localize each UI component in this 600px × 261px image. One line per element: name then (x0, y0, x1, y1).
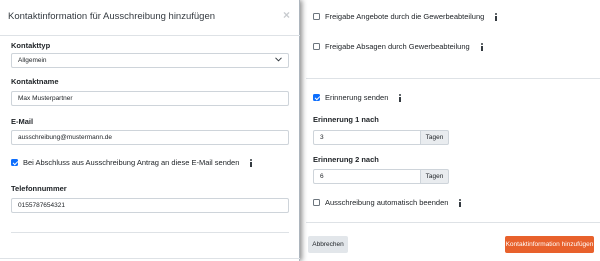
divider (11, 232, 289, 233)
contact-type-label: Kontakttyp (11, 41, 51, 50)
close-icon[interactable]: × (283, 8, 290, 22)
info-icon[interactable] (479, 42, 485, 51)
reminder2-label: Erinnerung 2 nach (313, 155, 379, 164)
add-contact-modal: Kontaktinformation für Ausschreibung hin… (0, 0, 300, 261)
reminder2-group: 6 Tagen (313, 169, 449, 184)
send-reminder-label: Erinnerung senden (325, 93, 389, 102)
approve-offers-checkbox[interactable] (313, 13, 320, 20)
approve-rejections-label: Freigabe Absagen durch Gewerbeabteilung (325, 42, 470, 51)
reminder1-unit: Tagen (421, 130, 449, 145)
email-notice-checkbox[interactable] (11, 159, 18, 166)
cancel-button[interactable]: Abbrechen (308, 236, 348, 253)
reminder1-group: 3 Tagen (313, 130, 449, 145)
reminder1-input[interactable]: 3 (313, 130, 421, 145)
approve-rejections-row[interactable]: Freigabe Absagen durch Gewerbeabteilung (313, 42, 485, 51)
add-contact-button[interactable]: Kontaktinformation hinzufügen (505, 236, 594, 253)
auto-end-label: Ausschreibung automatisch beenden (325, 198, 449, 207)
info-icon[interactable] (248, 158, 254, 167)
contact-type-value: Allgemein (18, 57, 47, 64)
contact-name-input[interactable]: Max Musterpartner (11, 91, 289, 106)
send-reminder-checkbox[interactable] (313, 94, 320, 101)
reminder2-unit: Tagen (421, 169, 449, 184)
divider (306, 222, 600, 223)
auto-end-row[interactable]: Ausschreibung automatisch beenden (313, 198, 463, 207)
contact-name-label: Kontaktname (11, 77, 59, 86)
approve-rejections-checkbox[interactable] (313, 43, 320, 50)
email-notice-label: Bei Abschluss aus Ausschreibung Antrag a… (23, 158, 240, 167)
info-icon[interactable] (457, 198, 463, 207)
phone-input[interactable]: 0155787654321 (11, 198, 289, 213)
email-label: E-Mail (11, 117, 34, 126)
info-icon[interactable] (493, 12, 499, 21)
email-input[interactable]: ausschreibung@mustermann.de (11, 130, 289, 145)
approve-offers-label: Freigabe Angebote durch die Gewerbeabtei… (325, 12, 485, 21)
send-reminder-row[interactable]: Erinnerung senden (313, 93, 403, 102)
approve-offers-row[interactable]: Freigabe Angebote durch die Gewerbeabtei… (313, 12, 499, 21)
phone-label: Telefonnummer (11, 184, 67, 193)
chevron-down-icon (275, 57, 282, 64)
reminder2-input[interactable]: 6 (313, 169, 421, 184)
info-icon[interactable] (397, 93, 403, 102)
reminder1-label: Erinnerung 1 nach (313, 115, 379, 124)
modal-header: Kontaktinformation für Ausschreibung hin… (0, 0, 300, 36)
divider (306, 78, 600, 79)
contact-type-select[interactable]: Allgemein (11, 53, 289, 68)
divider (0, 258, 300, 259)
email-notice-row[interactable]: Bei Abschluss aus Ausschreibung Antrag a… (11, 158, 254, 167)
modal-title: Kontaktinformation für Ausschreibung hin… (8, 11, 216, 22)
auto-end-checkbox[interactable] (313, 199, 320, 206)
